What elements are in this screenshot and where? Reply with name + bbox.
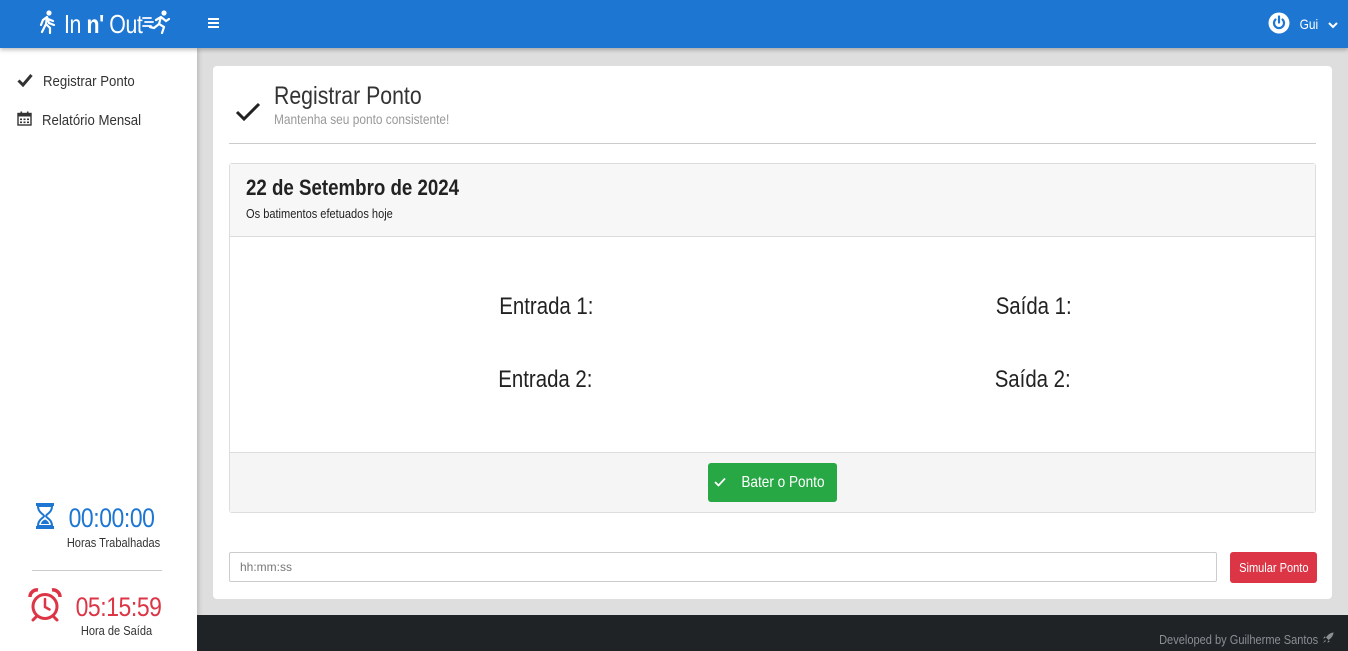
hourglass-icon [35, 502, 55, 535]
exit-time-value: 05:15:59 [75, 592, 162, 622]
check-icon [713, 474, 726, 492]
brand-name: In n' Out [64, 8, 143, 39]
calendar-icon [17, 111, 32, 130]
bater-ponto-label: Bater o Ponto [740, 473, 825, 491]
saida-2-label: Saída 2: [994, 366, 1071, 393]
user-name: Gui [1299, 16, 1319, 32]
entrada-1-label: Entrada 1: [499, 293, 594, 320]
rocket-icon [1322, 632, 1334, 647]
simulate-time-input[interactable] [229, 552, 1217, 582]
exit-time-label: Hora de Saída [80, 623, 153, 638]
worked-hours-label: Horas Trabalhadas [66, 535, 161, 550]
exit-time-stat: 05:15:59 Hora de Saída [0, 588, 197, 638]
punches-card: 22 de Setembro de 2024 Os batimentos efe… [229, 163, 1316, 513]
saida-1-label: Saída 1: [995, 293, 1072, 320]
page-subtitle: Mantenha seu ponto consistente! [274, 111, 450, 127]
worked-hours-time: 00:00:00 [68, 503, 155, 533]
user-menu[interactable]: Gui [1268, 12, 1338, 36]
main-card: Registrar Ponto Mantenha seu ponto consi… [213, 66, 1332, 599]
footer: Developed by Guilherme Santos [197, 615, 1348, 651]
check-icon [235, 102, 261, 127]
simular-ponto-label: Simular Ponto [1238, 560, 1309, 575]
menu-toggle-button[interactable] [208, 16, 222, 32]
sidebar-item-registrar-ponto[interactable]: Registrar Ponto [0, 62, 197, 101]
check-icon [17, 73, 33, 91]
stat-divider [32, 570, 162, 571]
sidebar: Registrar Ponto Relatório Mensal 00:00:0… [0, 48, 197, 651]
punches-date: 22 de Setembro de 2024 [246, 175, 460, 200]
chevron-down-icon [1328, 16, 1338, 32]
sidebar-item-relatorio-mensal[interactable]: Relatório Mensal [0, 101, 197, 140]
alarm-clock-icon [28, 588, 62, 627]
sidebar-item-label: Registrar Ponto [43, 73, 135, 90]
footer-credit: Developed by Guilherme Santos [1131, 632, 1334, 647]
footer-credit-text: Developed by Guilherme Santos [1158, 632, 1318, 647]
punches-subtitle: Os batimentos efetuados hoje [246, 206, 393, 221]
page-header: Registrar Ponto Mantenha seu ponto consi… [229, 80, 1316, 144]
punches-card-header: 22 de Setembro de 2024 Os batimentos efe… [230, 164, 1315, 237]
punches-card-footer: Bater o Ponto [230, 452, 1315, 512]
top-navbar: In n' Out Gui [0, 0, 1348, 48]
bater-ponto-button[interactable]: Bater o Ponto [708, 463, 837, 502]
brand-logo[interactable]: In n' Out [36, 8, 171, 40]
entrada-2-label: Entrada 2: [498, 366, 593, 393]
worked-hours-stat: 00:00:00 Horas Trabalhadas [0, 502, 197, 550]
hamburger-icon [208, 18, 219, 28]
power-icon [1268, 12, 1290, 37]
walking-person-icon [36, 9, 58, 39]
sidebar-item-label: Relatório Mensal [42, 112, 142, 129]
running-person-icon [142, 9, 171, 39]
page-title: Registrar Ponto [274, 82, 422, 110]
simular-ponto-button[interactable]: Simular Ponto [1230, 552, 1317, 583]
